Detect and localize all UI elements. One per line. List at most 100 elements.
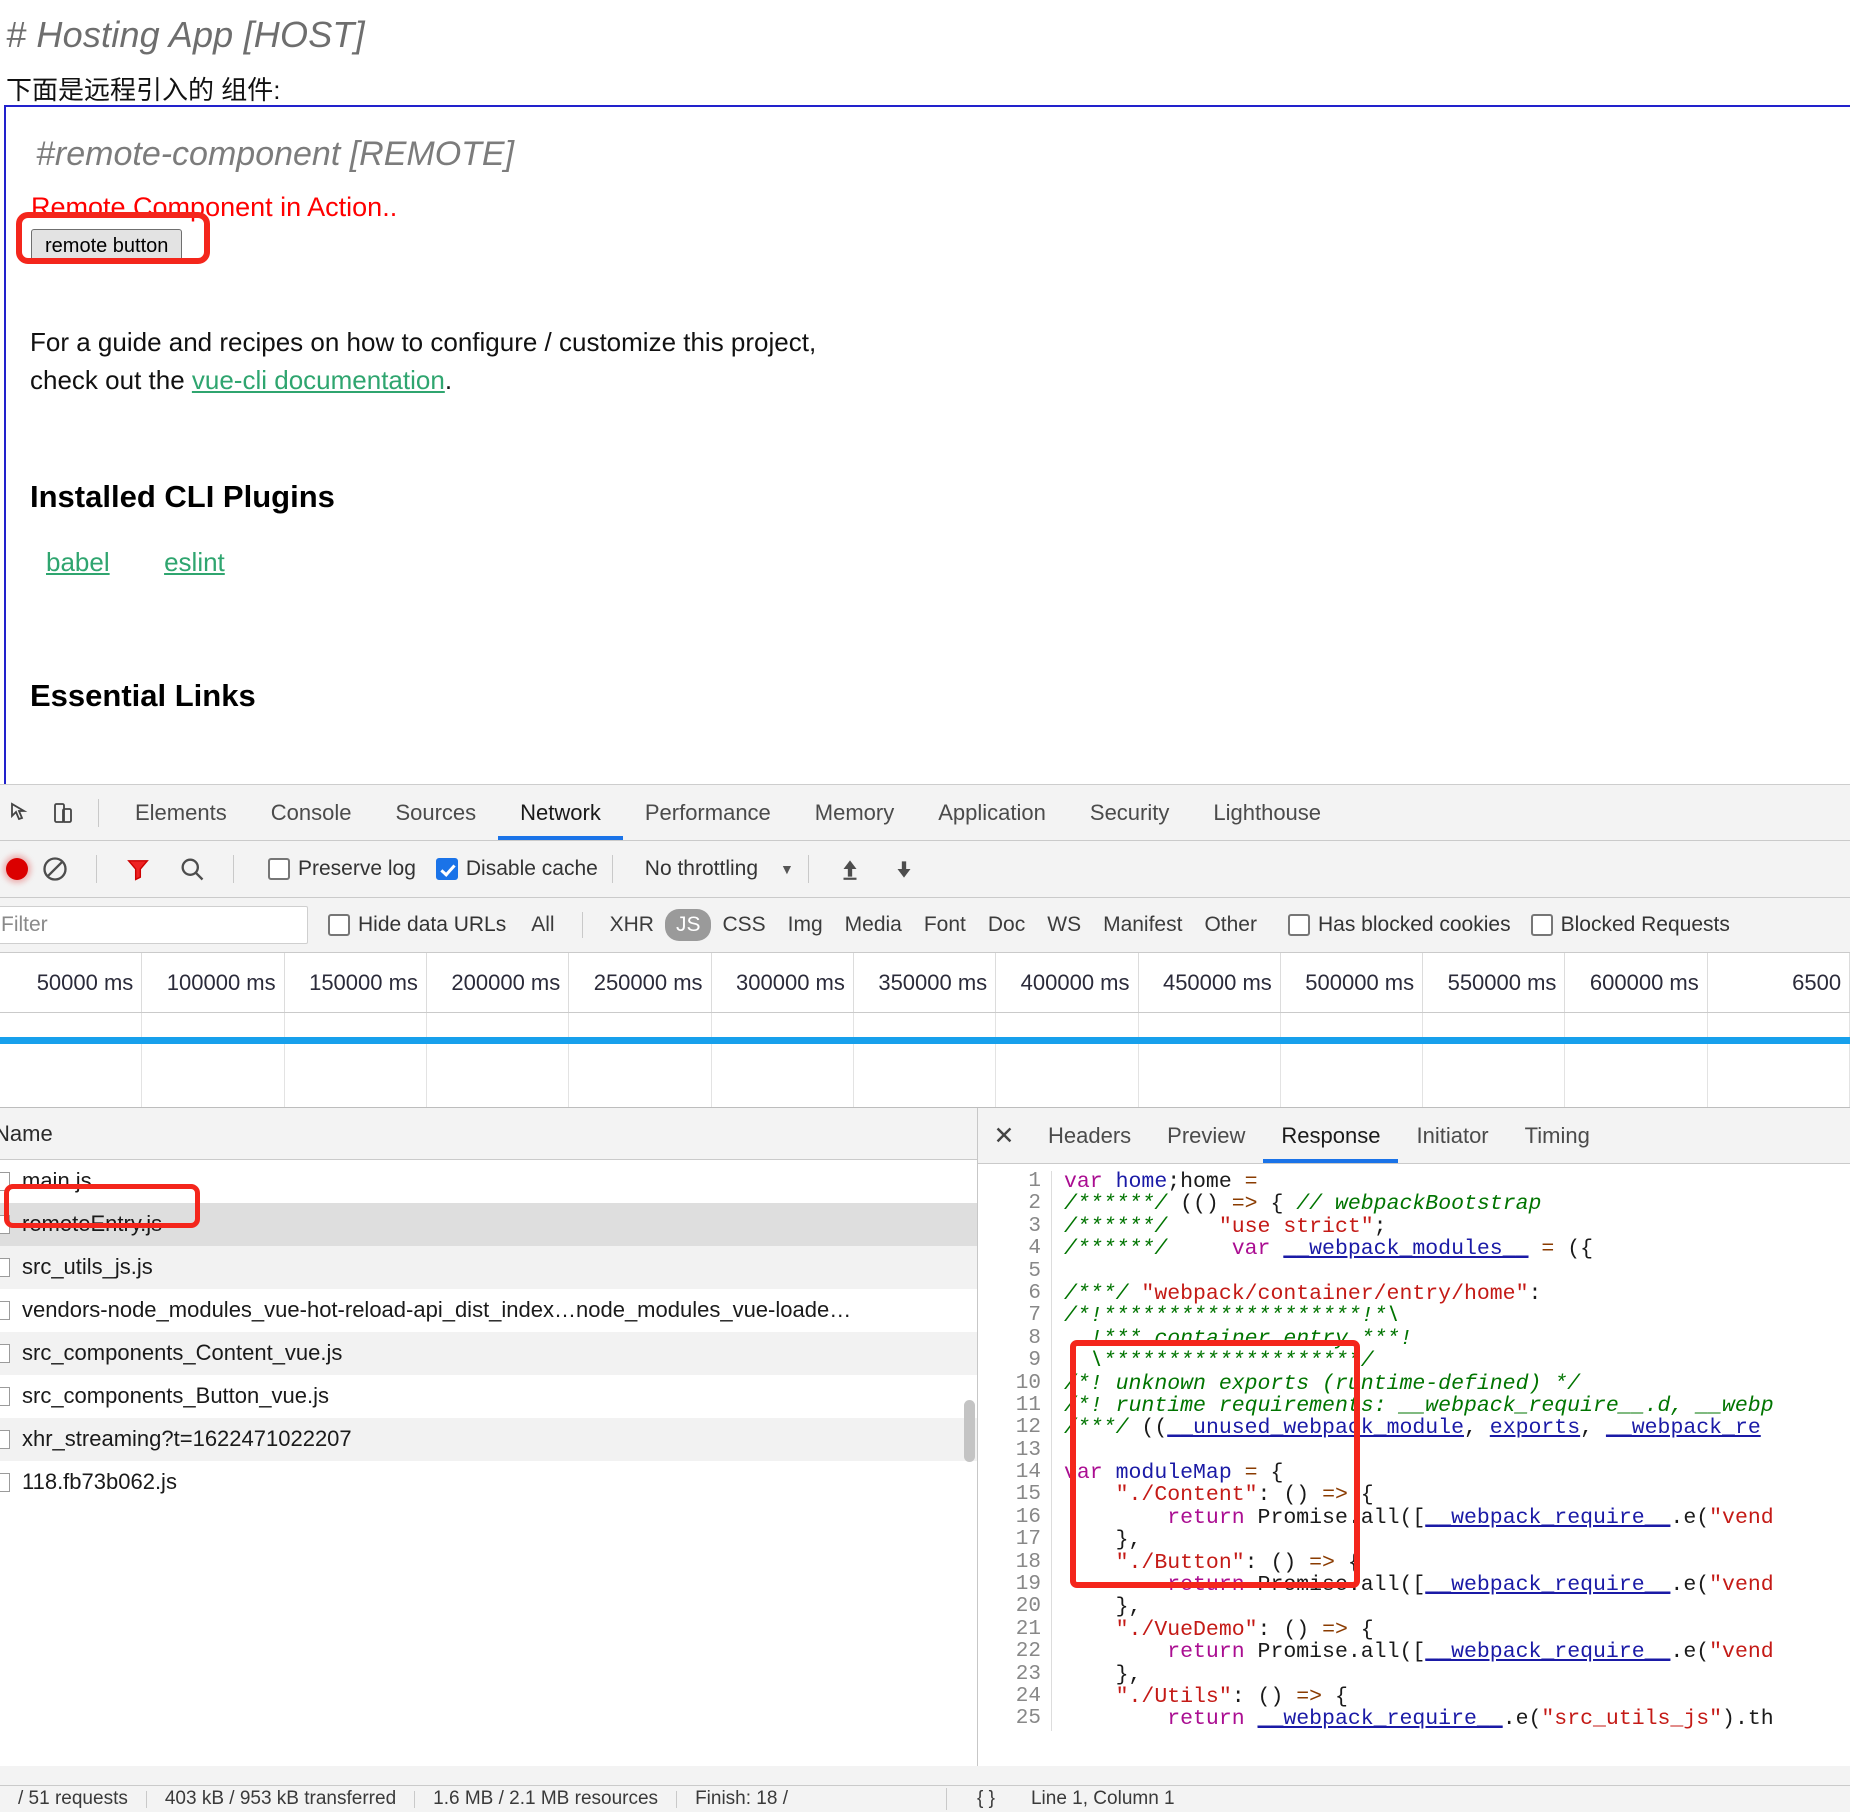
upload-arrow-icon[interactable]: [823, 849, 877, 889]
line-number: 14: [978, 1461, 1052, 1485]
network-overview[interactable]: [0, 1013, 1850, 1108]
remote-button[interactable]: remote button: [31, 229, 183, 264]
detail-tab-preview[interactable]: Preview: [1149, 1108, 1263, 1163]
request-list-scrollbar[interactable]: [964, 1400, 975, 1462]
throttling-select[interactable]: No throttling ▼: [645, 857, 794, 881]
code-text: },: [1064, 1528, 1142, 1553]
inspect-element-icon[interactable]: [0, 793, 42, 833]
tab-lighthouse[interactable]: Lighthouse: [1191, 785, 1343, 840]
detail-tab-response[interactable]: Response: [1263, 1108, 1398, 1163]
filter-input[interactable]: Filter: [0, 906, 308, 944]
filter-type-js[interactable]: JS: [664, 909, 712, 941]
detail-tab-timing[interactable]: Timing: [1507, 1108, 1608, 1163]
table-row[interactable]: xhr_streaming?t=1622471022207: [0, 1418, 977, 1461]
filter-type-ws[interactable]: WS: [1036, 909, 1092, 941]
filter-type-font[interactable]: Font: [913, 909, 977, 941]
code-line: 4 /******/ var __webpack_modules__ = ({: [978, 1237, 1850, 1261]
line-number: 13: [978, 1439, 1052, 1463]
timeline-tick: 100000 ms: [142, 953, 285, 1012]
line-number: 18: [978, 1551, 1052, 1575]
filter-type-img[interactable]: Img: [777, 909, 834, 941]
timeline-tick: 150000 ms: [285, 953, 427, 1012]
overview-cell: [854, 1013, 997, 1107]
plugin-link-babel[interactable]: babel: [46, 547, 110, 577]
overview-cell: [712, 1013, 854, 1107]
tab-security[interactable]: Security: [1068, 785, 1191, 840]
tab-sources[interactable]: Sources: [373, 785, 498, 840]
clear-icon[interactable]: [28, 849, 82, 889]
overview-cell: [1565, 1013, 1708, 1107]
tab-elements[interactable]: Elements: [113, 785, 249, 840]
tab-memory[interactable]: Memory: [793, 785, 916, 840]
detail-tab-headers[interactable]: Headers: [1030, 1108, 1149, 1163]
code-text: return __webpack_require__.e("src_utils_…: [1167, 1707, 1774, 1732]
filter-type-manifest[interactable]: Manifest: [1092, 909, 1193, 941]
code-line: 1 var home;home =: [978, 1170, 1850, 1194]
guide-paragraph: For a guide and recipes on how to config…: [30, 324, 1850, 399]
tab-console[interactable]: Console: [249, 785, 374, 840]
request-name: vendors-node_modules_vue-hot-reload-api_…: [22, 1297, 852, 1322]
plugin-link-eslint[interactable]: eslint: [164, 547, 225, 577]
tab-performance[interactable]: Performance: [623, 785, 793, 840]
filter-type-all[interactable]: All: [520, 909, 565, 941]
format-braces-icon[interactable]: { }: [959, 1788, 1013, 1810]
hide-data-urls-toggle[interactable]: Hide data URLs: [328, 913, 506, 937]
vue-cli-documentation-link[interactable]: vue-cli documentation: [192, 365, 445, 395]
line-number: 9: [978, 1349, 1052, 1373]
table-row[interactable]: src_components_Button_vue.js: [0, 1375, 977, 1418]
response-code-viewer[interactable]: 1 var home;home = 2 /******/ (() => { // we…: [978, 1164, 1850, 1766]
tab-network[interactable]: Network: [498, 785, 623, 840]
code-line: 19 return Promise.all([__webpack_require…: [978, 1573, 1850, 1597]
table-row[interactable]: remoteEntry.js: [0, 1203, 977, 1246]
device-toolbar-icon[interactable]: [42, 793, 84, 833]
code-text: !*** container entry ***!: [1064, 1326, 1413, 1351]
search-icon[interactable]: [165, 849, 219, 889]
has-blocked-cookies-checkbox[interactable]: [1287, 914, 1310, 936]
timeline-tick: 50000 ms: [0, 953, 143, 1012]
blocked-requests-checkbox[interactable]: [1530, 914, 1553, 936]
tab-application[interactable]: Application: [916, 785, 1068, 840]
network-status-bar: / 51 requests 403 kB / 953 kB transferre…: [0, 1785, 1850, 1812]
filter-type-css[interactable]: CSS: [711, 909, 776, 941]
hide-data-urls-checkbox[interactable]: [328, 914, 350, 936]
request-name: remoteEntry.js: [22, 1211, 163, 1236]
timeline-tick: 600000 ms: [1565, 953, 1708, 1012]
table-row[interactable]: src_components_Content_vue.js: [0, 1332, 977, 1375]
table-row[interactable]: vendors-node_modules_vue-hot-reload-api_…: [0, 1289, 977, 1332]
timeline-tick: 500000 ms: [1281, 953, 1424, 1012]
code-line: 22 return Promise.all([__webpack_require…: [978, 1640, 1850, 1664]
hide-data-urls-label: Hide data URLs: [358, 913, 507, 936]
remote-component-title: #remote-component [REMOTE]: [36, 135, 515, 173]
overview-cell: [142, 1013, 285, 1107]
detail-tab-initiator[interactable]: Initiator: [1398, 1108, 1506, 1163]
table-row[interactable]: src_utils_js.js: [0, 1246, 977, 1289]
preserve-log-checkbox[interactable]: [268, 858, 290, 880]
code-line: 8 !*** container entry ***!: [978, 1326, 1850, 1351]
code-text: /******/ "use strict";: [1064, 1214, 1387, 1239]
code-text: /*!********************!*\: [1064, 1304, 1400, 1329]
cursor-position: Line 1, Column 1: [1030, 1788, 1175, 1809]
request-list-header[interactable]: Name: [0, 1108, 977, 1160]
filter-funnel-icon[interactable]: [111, 849, 165, 889]
record-dot-icon[interactable]: [6, 858, 28, 880]
disable-cache-checkbox[interactable]: [435, 858, 458, 880]
disable-cache-toggle[interactable]: Disable cache: [435, 857, 598, 881]
plugin-link-list: babel eslint: [46, 547, 1850, 578]
code-line: 14 var moduleMap = {: [978, 1461, 1850, 1485]
page-subtitle: 下面是远程引入的 组件:: [6, 75, 281, 105]
download-arrow-icon[interactable]: [877, 849, 931, 889]
blocked-requests-toggle[interactable]: Blocked Requests: [1530, 913, 1730, 937]
network-content-split: Name main.js remoteEntry.js src_utils_js…: [0, 1108, 1850, 1766]
close-icon[interactable]: ✕: [978, 1108, 1030, 1163]
file-icon: [0, 1472, 10, 1492]
filter-type-other[interactable]: Other: [1193, 909, 1268, 941]
filter-type-xhr[interactable]: XHR: [599, 909, 665, 941]
filter-type-media[interactable]: Media: [834, 909, 913, 941]
table-row[interactable]: 118.fb73b062.js: [0, 1461, 977, 1504]
has-blocked-cookies-toggle[interactable]: Has blocked cookies: [1287, 913, 1511, 937]
preserve-log-toggle[interactable]: Preserve log: [268, 857, 416, 881]
line-number: 21: [978, 1618, 1052, 1642]
filter-type-doc[interactable]: Doc: [977, 909, 1036, 941]
table-row[interactable]: main.js: [0, 1160, 977, 1203]
request-name: src_components_Button_vue.js: [22, 1383, 329, 1408]
